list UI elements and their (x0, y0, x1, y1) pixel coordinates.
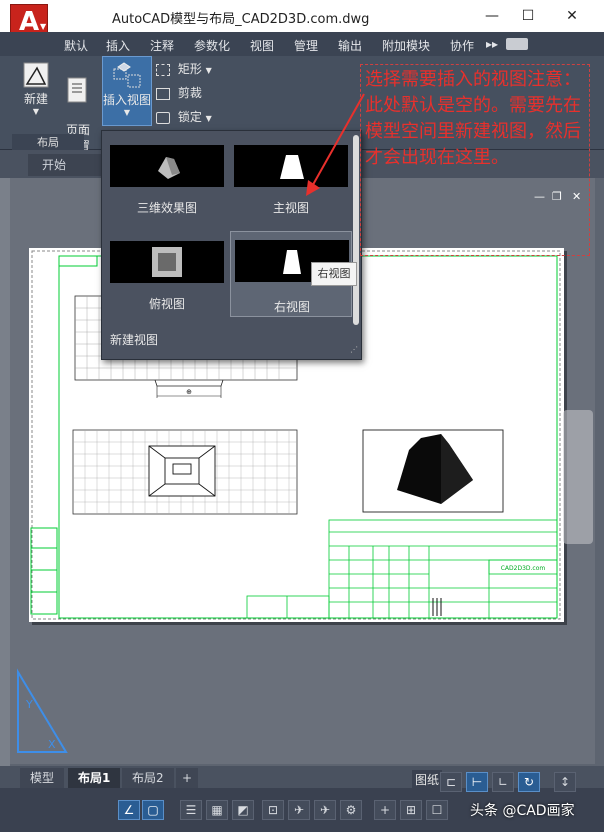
minimize-button[interactable]: — (476, 4, 508, 28)
tab-view[interactable]: 视图 (250, 37, 274, 54)
isometric-view-drawing (362, 429, 504, 513)
chevron-down-icon: ▼ (205, 66, 212, 75)
ortho-icon[interactable]: ∠ (118, 800, 140, 820)
tab-addins[interactable]: 附加模块 (382, 37, 430, 54)
gallery-item-label: 右视图 (273, 300, 310, 314)
plus-icon[interactable]: + (374, 800, 396, 820)
gallery-thumbnail (110, 145, 224, 187)
tab-annotate[interactable]: 注释 (150, 37, 174, 54)
tab-start-label: 开始 (42, 158, 67, 172)
grid-icon[interactable]: ⊢ (466, 772, 488, 792)
close-button[interactable]: ✕ (556, 4, 588, 28)
chevron-down-icon: ▼ (205, 114, 212, 123)
dimension-symbol: ⊕ (186, 388, 192, 396)
infer-icon[interactable]: ∟ (492, 772, 514, 792)
insert-view-icon (113, 62, 141, 88)
selection-cycling-icon[interactable]: ◩ (232, 800, 254, 820)
title-block-site: CAD2D3D.com (501, 565, 546, 572)
viewport-status-icon[interactable]: ▢ (142, 800, 164, 820)
lock-label: 锁定 (177, 110, 202, 124)
annotation-callout: 选择需要插入的视图注意：此处默认是空的。需要先在模型空间里新建视图，然后才会出现… (360, 64, 590, 256)
auto-scale-icon[interactable]: ✈ (314, 800, 336, 820)
ribbon-toggle-icon[interactable] (506, 38, 528, 50)
window-title: AutoCAD模型与布局_CAD2D3D.com.dwg (112, 12, 370, 27)
left-edge-strip (0, 178, 10, 768)
svg-text:X: X (48, 738, 56, 751)
properties-icon[interactable]: ⊞ (400, 800, 422, 820)
osnap-icon[interactable]: ↕ (554, 772, 576, 792)
lock-icon (156, 111, 170, 124)
gallery-item-label: 俯视图 (148, 297, 185, 311)
clip-button[interactable]: 剪裁 (156, 84, 220, 101)
add-layout-button[interactable]: + (176, 768, 199, 788)
tab-model[interactable]: 模型 (20, 768, 65, 788)
isolate-icon[interactable]: ☐ (426, 800, 448, 820)
ucs-icon: Y X (17, 668, 68, 753)
gallery-item-3d-view[interactable]: 三维效果图 (106, 139, 228, 225)
tab-parametric[interactable]: 参数化 (194, 37, 230, 54)
ribbon-tab-bar: 默认 插入 注释 参数化 视图 管理 输出 附加模块 协作 ▸▸ (0, 32, 604, 56)
tab-insert[interactable]: 插入 (106, 37, 130, 54)
insert-view-label: 插入视图 (103, 93, 152, 107)
resize-grip-icon[interactable]: ⋰ (350, 345, 358, 354)
maximize-button[interactable]: ☐ (512, 4, 544, 28)
annotation-text: 选择需要插入的视图注意：此处默认是空的。需要先在模型空间里新建视图，然后才会出现… (365, 69, 581, 168)
insert-view-button[interactable]: 插入视图 ▼ (102, 56, 152, 126)
title-bar: A ▼ AutoCAD模型与布局_CAD2D3D.com.dwg — ☐ ✕ (0, 0, 604, 40)
paper-space-toggle[interactable]: 图纸 (412, 770, 442, 790)
watermark: 头条 @CAD画家 (470, 803, 575, 819)
tab-manage[interactable]: 管理 (294, 37, 318, 54)
tooltip: 右视图 (311, 262, 357, 286)
tab-output[interactable]: 输出 (338, 37, 362, 54)
top-view-drawing (72, 429, 298, 515)
chevron-down-icon: ▼ (40, 22, 47, 31)
new-layout-label: 新建 (23, 92, 48, 106)
new-view-button[interactable]: 新建视图 (110, 331, 158, 348)
svg-text:Y: Y (25, 698, 33, 711)
workspace-gear-icon[interactable]: ⚙ (340, 800, 362, 820)
new-layout-icon (23, 62, 49, 88)
tab-layout1[interactable]: 布局1 (68, 768, 121, 788)
gallery-item-top-view[interactable]: 俯视图 (106, 235, 228, 321)
polar-tracking-icon[interactable]: ↻ (518, 772, 540, 792)
annotation-arrow-icon (306, 93, 365, 196)
transparency-icon[interactable]: ▦ (206, 800, 228, 820)
tab-layout2[interactable]: 布局2 (122, 768, 174, 788)
lock-button[interactable]: 锁定 ▼ (156, 108, 220, 125)
tab-start[interactable]: 开始 (28, 154, 108, 176)
rectangle-viewport-button[interactable]: 矩形 ▼ (156, 60, 220, 77)
page-setup-icon (67, 77, 87, 103)
side-strip-box (30, 527, 58, 615)
tab-default[interactable]: 默认 (64, 37, 88, 54)
rectangle-label: 矩形 (177, 62, 202, 76)
rectangle-icon (156, 63, 170, 76)
gallery-thumbnail (110, 241, 224, 283)
lineweight-icon[interactable]: ☰ (180, 800, 202, 820)
new-layout-button[interactable]: 新建 ▼ (16, 60, 56, 116)
layout-panel-label: 布局 (12, 134, 84, 150)
chevron-down-icon: ▼ (123, 108, 131, 117)
annotation-monitor-icon[interactable]: ⊡ (262, 800, 284, 820)
gallery-item-label: 三维效果图 (136, 201, 197, 215)
tab-more[interactable]: ▸▸ (486, 37, 498, 51)
navigation-bar[interactable] (563, 410, 593, 544)
clip-label: 剪裁 (177, 86, 202, 100)
annotation-visibility-icon[interactable]: ✈ (288, 800, 310, 820)
clip-icon (156, 87, 170, 100)
tab-collaborate[interactable]: 协作 (450, 37, 474, 54)
gallery-item-label: 主视图 (272, 201, 309, 215)
frame-corner-label-box (58, 255, 98, 267)
snap-icon[interactable]: ⊏ (440, 772, 462, 792)
chevron-down-icon: ▼ (32, 107, 40, 116)
